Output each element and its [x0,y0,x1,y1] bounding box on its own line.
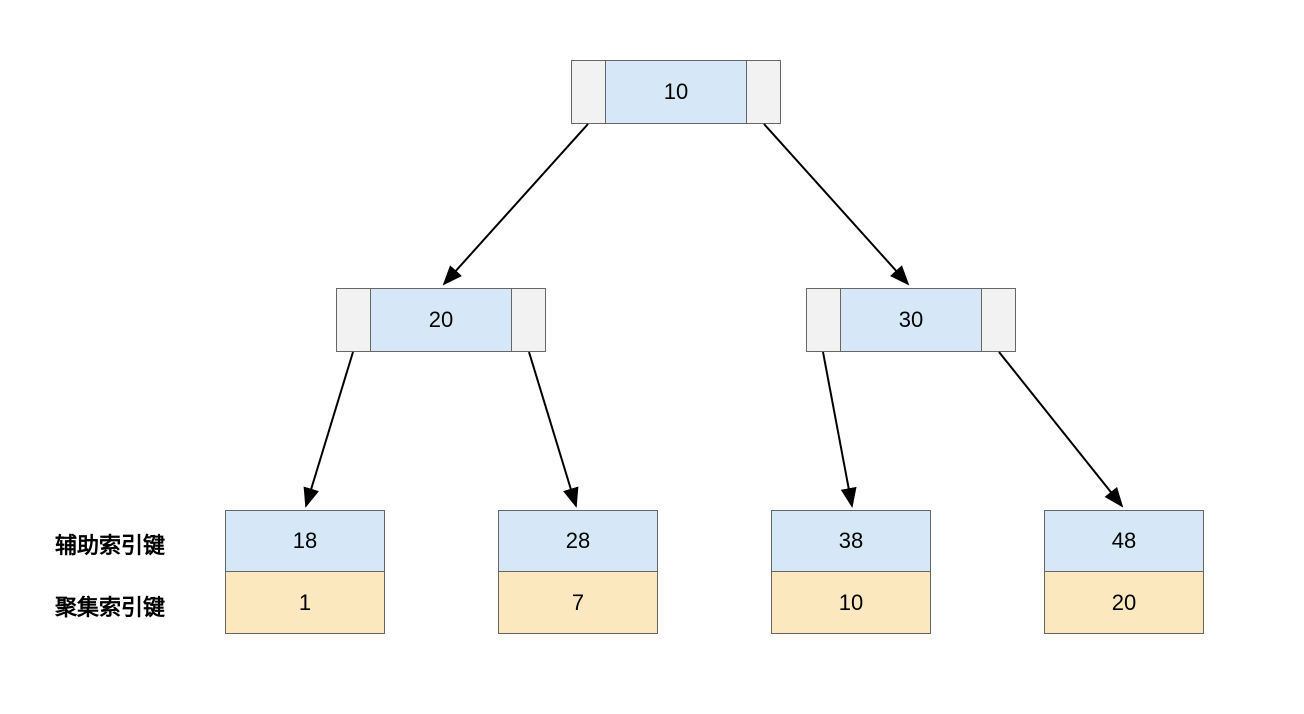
mid-left-slot-right [511,289,545,351]
leaf-2-clu: 10 [771,572,931,634]
leaf-2: 38 10 [771,510,931,634]
leaf-3-clu: 20 [1044,572,1204,634]
mid-right-node: 30 [806,288,1016,352]
mid-left-key: 20 [371,289,511,351]
leaf-2-aux: 38 [771,510,931,572]
root-key: 10 [606,61,746,123]
leaf-0-clu: 1 [225,572,385,634]
root-slot-right [746,61,780,123]
root-node: 10 [571,60,781,124]
root-slot-left [572,61,606,123]
mid-left-node: 20 [336,288,546,352]
aux-label: 辅助索引键 [55,528,165,560]
leaf-3-aux: 48 [1044,510,1204,572]
leaf-3: 48 20 [1044,510,1204,634]
clu-label: 聚集索引键 [55,590,165,622]
mid-right-slot-right [981,289,1015,351]
leaf-0: 18 1 [225,510,385,634]
mid-right-slot-left [807,289,841,351]
mid-left-slot-left [337,289,371,351]
leaf-1-aux: 28 [498,510,658,572]
leaf-0-aux: 18 [225,510,385,572]
leaf-1-clu: 7 [498,572,658,634]
leaf-1: 28 7 [498,510,658,634]
mid-right-key: 30 [841,289,981,351]
